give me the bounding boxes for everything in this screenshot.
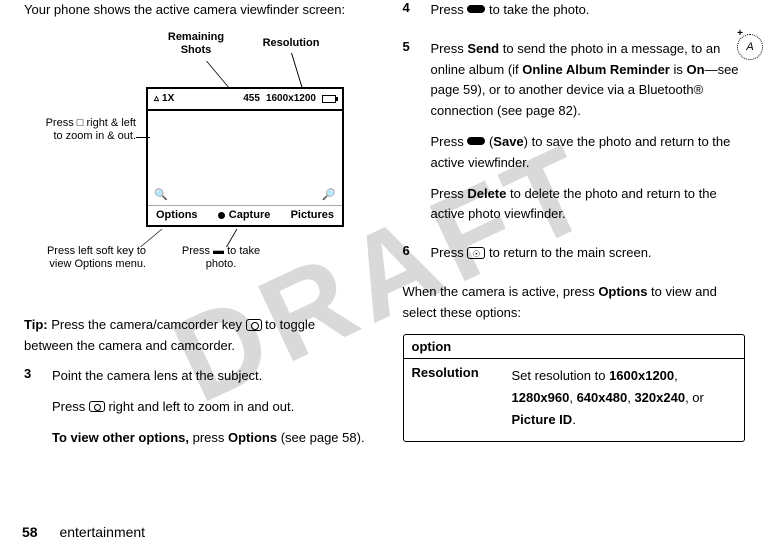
txt: is [670, 62, 687, 77]
softkey-left: Options [156, 209, 198, 221]
viewfinder-box: ▵ 1X 455 1600x1200 🔍 🔍 Options [146, 87, 344, 227]
softkey-right: Pictures [291, 209, 334, 221]
leader-line [140, 229, 162, 247]
txt: Press [52, 399, 89, 414]
txt: Online Album Reminder [522, 62, 670, 77]
zoom-level: 1X [162, 93, 174, 104]
signal-icon: ▵ [154, 93, 159, 104]
txt: To view other options, [52, 430, 189, 445]
txt: . [572, 412, 576, 427]
txt: Options [228, 430, 277, 445]
step-number: 4 [403, 0, 431, 31]
resolution-value: 1600x1200 [266, 93, 316, 104]
tip-paragraph: Tip: Press the camera/camcorder key to t… [24, 315, 367, 357]
magnify-in-icon: 🔍 [322, 188, 336, 201]
leader-line [136, 137, 150, 138]
txt: 640x480 [577, 390, 628, 405]
txt: to return to the main screen. [485, 245, 651, 260]
label-left-softkey: Press left soft key to view Options menu… [46, 245, 146, 271]
shots-remaining: 455 [243, 93, 260, 104]
step-4: 4 Press to take the photo. [403, 0, 746, 31]
txt: press [189, 430, 228, 445]
view-other-options: To view other options, press Options (se… [52, 428, 367, 449]
step4-text: Press to take the photo. [431, 0, 746, 21]
center-key-icon [467, 5, 485, 13]
label-remaining-shots: Remaining Shots [161, 31, 231, 57]
viewfinder-statusbar: ▵ 1X 455 1600x1200 [148, 89, 342, 111]
left-column: Your phone shows the active camera viewf… [0, 0, 385, 546]
battery-icon [322, 95, 336, 103]
nav-key-icon [89, 401, 105, 412]
magnify-out-icon: 🔍 [154, 188, 168, 201]
label-center-key: Press ▬ to take photo. [176, 245, 266, 271]
step-number: 6 [403, 243, 431, 274]
txt: Press [431, 41, 468, 56]
txt: right and left to zoom in and out. [105, 399, 294, 414]
post-camera-text: When the camera is active, press Options… [403, 282, 746, 324]
option-key: Resolution [412, 365, 512, 431]
step6-text: Press to return to the main screen. [431, 243, 746, 264]
capture-dot-icon [218, 212, 225, 219]
txt: to take the photo. [485, 2, 589, 17]
txt: Press [431, 134, 468, 149]
right-column: A + 4 Press to take the photo. 5 Press S… [385, 0, 769, 546]
txt: Send [467, 41, 499, 56]
step-number: 3 [24, 366, 52, 458]
txt: Press [431, 245, 468, 260]
txt: 1600x1200 [609, 368, 674, 383]
txt: 320x240 [634, 390, 685, 405]
txt: Press [431, 186, 468, 201]
step-number: 5 [403, 39, 431, 235]
txt: Press [431, 2, 468, 17]
txt: Set resolution to [512, 368, 610, 383]
page-content: Your phone shows the active camera viewf… [0, 0, 769, 546]
center-key-icon [467, 137, 485, 145]
options-table: option Resolution Set resolution to 1600… [403, 334, 746, 442]
camera-key-icon [246, 319, 262, 331]
step5-text: Press Send to send the photo in a messag… [431, 39, 746, 122]
txt: (see page 58). [277, 430, 364, 445]
txt: , or [685, 390, 704, 405]
option-value: Set resolution to 1600x1200, 1280x960, 6… [512, 365, 737, 431]
step-3: 3 Point the camera lens at the subject. … [24, 366, 367, 458]
accessibility-plus-icon: + [737, 28, 743, 39]
options-table-header: option [404, 335, 745, 359]
table-row: Resolution Set resolution to 1600x1200, … [404, 359, 745, 441]
txt: Options [598, 284, 647, 299]
tip-label: Tip: [24, 317, 48, 332]
step5p3-text: Press Delete to delete the photo and ret… [431, 184, 746, 226]
softkey-center: Capture [229, 209, 271, 221]
label-resolution: Resolution [256, 37, 326, 50]
txt: Picture ID [512, 412, 573, 427]
end-key-icon [467, 247, 485, 259]
txt: Delete [467, 186, 506, 201]
tip-text: Press the camera/camcorder key [48, 317, 246, 332]
viewfinder-preview: 🔍 🔍 [148, 111, 342, 205]
step5p2-text: Press (Save) to save the photo and retur… [431, 132, 746, 174]
txt: When the camera is active, press [403, 284, 599, 299]
intro-text: Your phone shows the active camera viewf… [24, 0, 367, 21]
step3-text: Point the camera lens at the subject. [52, 366, 367, 387]
label-zoom-tip: Press □ right & left to zoom in & out. [36, 117, 136, 143]
txt: 1280x960 [512, 390, 570, 405]
step3b-text: Press right and left to zoom in and out. [52, 397, 367, 418]
txt: On [687, 62, 705, 77]
step-5: 5 Press Send to send the photo in a mess… [403, 39, 746, 235]
viewfinder-diagram: Remaining Shots Resolution ▵ 1X 455 1600… [36, 31, 356, 297]
txt: Save [493, 134, 523, 149]
step-6: 6 Press to return to the main screen. [403, 243, 746, 274]
viewfinder-softkeys: Options Capture Pictures [148, 205, 342, 225]
